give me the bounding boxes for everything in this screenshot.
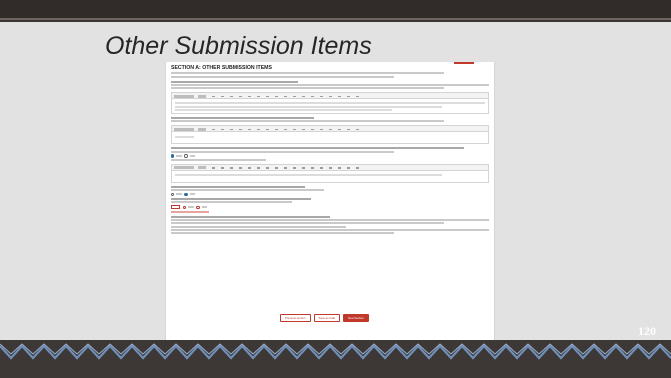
question-text-line [171, 158, 267, 161]
question-text-line [171, 120, 445, 123]
next-section-button[interactable]: Next Section [343, 314, 369, 322]
error-message [171, 210, 210, 213]
radio-yes[interactable] [171, 192, 175, 197]
radio-group [171, 154, 489, 158]
radio-no[interactable] [196, 205, 200, 209]
radio-no[interactable] [184, 154, 188, 158]
question-text-line [171, 87, 445, 90]
regulation-line [171, 75, 394, 78]
question-text-line [171, 189, 324, 192]
rich-text-editor[interactable] [171, 170, 489, 183]
rich-text-editor[interactable] [171, 132, 489, 145]
editor-toolbar[interactable] [171, 163, 489, 171]
question-heading [171, 80, 299, 83]
radio-no[interactable] [184, 192, 188, 197]
question-text-line [171, 83, 489, 86]
content-panel-left [0, 22, 90, 340]
question-text-line [171, 225, 346, 228]
save-draft-button[interactable]: Save as draft [313, 314, 341, 322]
question-text-line [171, 232, 394, 235]
slide-page-number: 120 [638, 324, 656, 338]
question-heading [171, 185, 305, 188]
question-heading [171, 147, 464, 150]
top-band [0, 0, 671, 18]
radio-yes[interactable] [183, 205, 187, 209]
error-highlight [171, 204, 180, 210]
form-section-title: SECTION A: OTHER SUBMISSION ITEMS [171, 65, 272, 71]
zigzag-border [0, 343, 671, 360]
regulation-line [171, 72, 445, 75]
question-text-line [171, 222, 445, 225]
question-text-line [171, 219, 489, 222]
editor-toolbar[interactable] [171, 125, 489, 133]
red-header-mark [454, 62, 474, 64]
form-navigation-buttons: Previous section Save as draft Next Sect… [280, 314, 369, 322]
radio-group [171, 204, 489, 210]
question-heading [171, 215, 330, 218]
question-heading [171, 198, 311, 201]
question-heading [171, 117, 315, 120]
top-stripe [0, 18, 671, 20]
question-text-line [171, 150, 394, 153]
radio-yes[interactable] [171, 154, 175, 158]
radio-group [171, 192, 489, 197]
slide-title: Other Submission Items [105, 32, 372, 60]
rich-text-editor[interactable] [171, 99, 489, 115]
question-text-line [171, 201, 292, 204]
previous-section-button[interactable]: Previous section [280, 314, 311, 322]
editor-toolbar[interactable] [171, 92, 489, 100]
question-text-line [171, 228, 489, 231]
form-screenshot: SECTION A: OTHER SUBMISSION ITEMS [165, 62, 495, 340]
slide-background: Other Submission Items SECTION A: OTHER … [0, 0, 671, 378]
